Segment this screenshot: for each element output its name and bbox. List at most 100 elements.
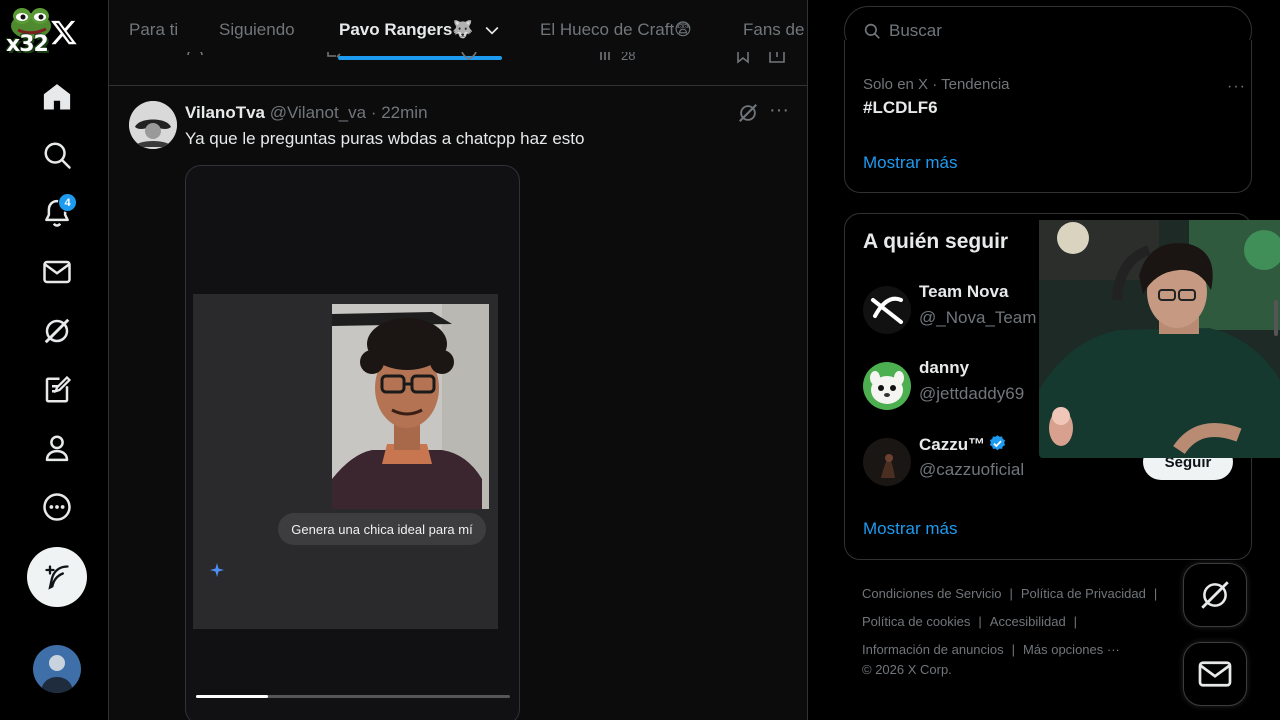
- post-header: VilanoTva @Vilanot_va · 22min: [185, 103, 428, 123]
- account-avatar: [863, 362, 911, 410]
- nav-profile[interactable]: [29, 420, 85, 476]
- compose-post-button[interactable]: [27, 547, 87, 607]
- bookmark-icon[interactable]: [733, 52, 753, 66]
- footer-link-accessibility[interactable]: Accesibilidad: [990, 614, 1066, 629]
- post-text: Ya que le preguntas puras wbdas a chatcp…: [185, 129, 585, 148]
- reply-icon[interactable]: [185, 52, 205, 66]
- nav-home[interactable]: [29, 69, 85, 125]
- tab-para-ti[interactable]: Para ti: [129, 0, 178, 60]
- tab-label: Pavo Rangers🐺: [339, 20, 474, 39]
- page-scrollbar[interactable]: [1274, 300, 1278, 336]
- webcam-overlay: [1039, 220, 1280, 458]
- video-frame: Genera una chica ideal para mí: [193, 294, 498, 629]
- sparkle-loading-icon: [210, 563, 224, 577]
- footer-link-privacy[interactable]: Política de Privacidad: [1021, 586, 1146, 601]
- grok-icon: [1201, 581, 1229, 609]
- account-handle: @cazzuoficial: [919, 460, 1025, 479]
- account-name: danny: [919, 358, 970, 377]
- tab-label: Para ti: [129, 20, 179, 39]
- timeline-tabs: Para ti Siguiendo Pavo Rangers🐺 El Hueco…: [109, 0, 807, 60]
- share-icon[interactable]: [767, 52, 787, 66]
- views-icon[interactable]: [597, 52, 617, 66]
- account-name: Cazzu™: [919, 434, 1007, 455]
- search-input[interactable]: [889, 20, 1229, 41]
- post-divider: [109, 85, 807, 86]
- like-icon[interactable]: [459, 52, 479, 66]
- tab-label: Siguiendo: [219, 20, 295, 39]
- tab-el-hueco-de-craft[interactable]: El Hueco de Craft😨: [540, 0, 692, 60]
- footer-separator: |: [1009, 586, 1013, 601]
- footer-row: Información de anuncios | Más opciones ···: [862, 636, 1192, 664]
- person-icon: [45, 435, 69, 462]
- copyright: © 2026 X Corp.: [862, 662, 952, 677]
- channel-logo-text: x32: [6, 32, 49, 57]
- previous-post-actions: 28: [109, 52, 807, 70]
- selfie-photo-image: [332, 304, 489, 509]
- who-to-follow-show-more-link[interactable]: Mostrar más: [863, 519, 957, 539]
- footer-separator: |: [1011, 642, 1016, 657]
- tab-pavo-rangers[interactable]: Pavo Rangers🐺: [339, 0, 502, 60]
- footer-row: Condiciones de Servicio | Política de Priv…: [862, 580, 1192, 608]
- envelope-icon: [1198, 661, 1232, 687]
- trend-meta: Solo en X · Tendencia: [863, 76, 1010, 93]
- post-author-name[interactable]: VilanoTva: [185, 103, 265, 122]
- footer-link-cookies[interactable]: Política de cookies: [862, 614, 970, 629]
- account-avatar: [863, 438, 911, 486]
- selfie-photo: [332, 304, 489, 509]
- repost-icon[interactable]: [324, 52, 344, 66]
- grok-floating-button[interactable]: [1183, 563, 1247, 627]
- nav-more[interactable]: [29, 479, 85, 535]
- notifications-badge: 4: [58, 193, 77, 212]
- grok-icon[interactable]: [737, 102, 759, 124]
- search-icon: [44, 142, 71, 169]
- prompt-bubble: Genera una chica ideal para mí: [278, 513, 486, 545]
- trends-show-more-link[interactable]: Mostrar más: [863, 153, 957, 173]
- nav-lists[interactable]: [29, 362, 85, 418]
- nav-messages[interactable]: [29, 244, 85, 300]
- x-logo-icon[interactable]: [50, 18, 78, 46]
- webcam-overlay-image: [1039, 220, 1280, 458]
- post-author-avatar-image: [129, 101, 177, 149]
- home-icon: [43, 84, 71, 110]
- search-icon: [864, 23, 880, 39]
- account-handle: @_Nova_Team: [919, 308, 1037, 327]
- trend-more-options-icon[interactable]: ···: [1227, 78, 1246, 96]
- nav-grok[interactable]: [29, 303, 85, 359]
- tab-fans-de[interactable]: Fans de: [743, 0, 804, 60]
- verified-badge-icon: [990, 435, 1006, 451]
- footer-separator: |: [1153, 586, 1158, 601]
- footer-link-ads-info[interactable]: Información de anuncios: [862, 642, 1004, 657]
- danny-avatar-image: [863, 362, 911, 410]
- video-progress-fill: [196, 695, 269, 698]
- chevron-down-icon[interactable]: [482, 20, 502, 40]
- post-timestamp[interactable]: 22min: [381, 103, 427, 122]
- post-more-options-icon[interactable]: ···: [767, 100, 791, 124]
- post-author-handle[interactable]: @Vilanot_va: [270, 103, 366, 122]
- more-circle-icon: [43, 493, 71, 521]
- who-to-follow-title: A quién seguir: [863, 230, 1009, 253]
- account-avatar-image: [33, 645, 81, 693]
- footer-link-more-options[interactable]: Más opciones ···: [1023, 642, 1120, 657]
- nav-notifications[interactable]: [29, 185, 85, 241]
- team-nova-logo-icon: [863, 286, 911, 334]
- post-video[interactable]: Genera una chica ideal para mí: [185, 165, 520, 720]
- account-avatar[interactable]: [33, 645, 81, 693]
- footer-links: Condiciones de Servicio | Política de Priv…: [862, 580, 1192, 664]
- account-avatar: [863, 286, 911, 334]
- nav-explore[interactable]: [29, 127, 85, 183]
- footer-link-terms[interactable]: Condiciones de Servicio: [862, 586, 1001, 601]
- post-author-avatar[interactable]: [129, 101, 177, 149]
- account-name-text: Cazzu™: [919, 435, 986, 454]
- trends-card: Solo en X · Tendencia ··· #LCDLF6 Mostra…: [844, 40, 1252, 193]
- channel-logo: x32: [6, 2, 78, 62]
- messages-floating-button[interactable]: [1183, 642, 1247, 706]
- trend-hashtag[interactable]: #LCDLF6: [863, 98, 938, 118]
- envelope-icon: [43, 260, 71, 284]
- video-progress-bar[interactable]: [196, 695, 510, 698]
- lists-icon: [45, 375, 72, 403]
- post-separator: ·: [370, 103, 377, 122]
- footer-separator: |: [1073, 614, 1078, 629]
- tab-siguiendo[interactable]: Siguiendo: [219, 0, 295, 60]
- views-count: 28: [621, 52, 636, 63]
- timeline: Para ti Siguiendo Pavo Rangers🐺 El Hueco…: [108, 0, 808, 720]
